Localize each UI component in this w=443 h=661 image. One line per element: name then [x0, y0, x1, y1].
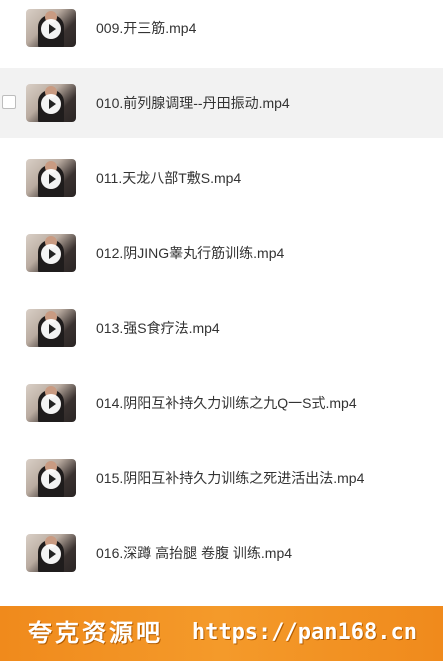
play-icon — [41, 319, 61, 339]
file-name: 014.阴阳互补持久力训练之九Q一S式.mp4 — [96, 395, 357, 411]
play-icon — [41, 19, 61, 39]
watermark-url: https://pan168.cn — [191, 620, 417, 645]
watermark-banner: 夸克资源吧 https://pan168.cn — [0, 606, 443, 661]
file-list-page: 009.开三筋.mp4 010.前列腺调理--丹田振动.mp4 011.天龙八部… — [0, 0, 443, 661]
file-name: 012.阴JING睾丸行筋训练.mp4 — [96, 245, 285, 261]
file-row-009[interactable]: 009.开三筋.mp4 — [0, 0, 443, 63]
play-icon — [41, 394, 61, 414]
video-thumbnail — [26, 459, 76, 497]
play-icon — [41, 94, 61, 114]
file-row-013[interactable]: 013.强S食疗法.mp4 — [0, 293, 443, 363]
file-row-010[interactable]: 010.前列腺调理--丹田振动.mp4 — [0, 68, 443, 138]
file-row-014[interactable]: 014.阴阳互补持久力训练之九Q一S式.mp4 — [0, 368, 443, 438]
file-name: 010.前列腺调理--丹田振动.mp4 — [96, 95, 290, 111]
video-thumbnail — [26, 234, 76, 272]
select-checkbox[interactable] — [2, 95, 16, 109]
play-icon — [41, 169, 61, 189]
video-thumbnail — [26, 9, 76, 47]
file-name: 013.强S食疗法.mp4 — [96, 320, 220, 336]
video-thumbnail — [26, 159, 76, 197]
play-icon — [41, 469, 61, 489]
play-icon — [41, 244, 61, 264]
file-name: 011.天龙八部T敷S.mp4 — [96, 170, 242, 186]
file-name: 009.开三筋.mp4 — [96, 20, 197, 36]
file-row-015[interactable]: 015.阴阳互补持久力训练之死进活出法.mp4 — [0, 443, 443, 513]
video-thumbnail — [26, 309, 76, 347]
play-icon — [41, 544, 61, 564]
watermark-site-name: 夸克资源吧 — [28, 618, 163, 647]
file-row-012[interactable]: 012.阴JING睾丸行筋训练.mp4 — [0, 218, 443, 288]
video-thumbnail — [26, 384, 76, 422]
file-row-011[interactable]: 011.天龙八部T敷S.mp4 — [0, 143, 443, 213]
file-row-016[interactable]: 016.深蹲 高抬腿 卷腹 训练.mp4 — [0, 518, 443, 588]
file-name: 015.阴阳互补持久力训练之死进活出法.mp4 — [96, 470, 365, 486]
file-name: 016.深蹲 高抬腿 卷腹 训练.mp4 — [96, 545, 293, 561]
video-thumbnail — [26, 84, 76, 122]
video-thumbnail — [26, 534, 76, 572]
